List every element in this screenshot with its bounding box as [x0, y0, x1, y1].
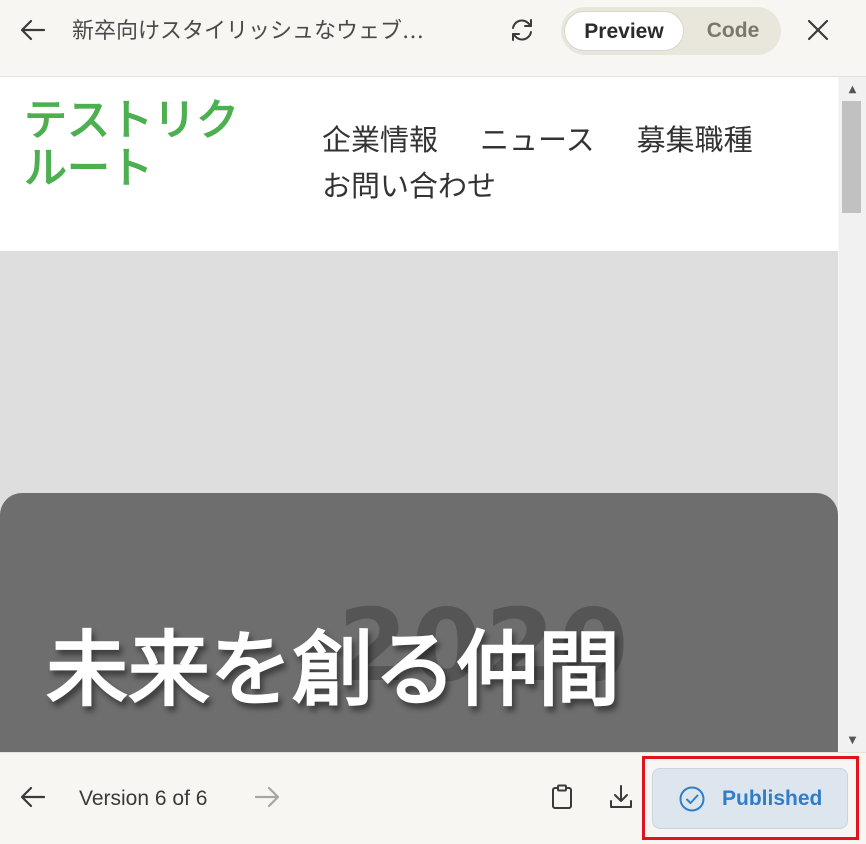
published-label: Published — [722, 786, 823, 810]
site-header: テストリクルート 企業情報 ニュース 募集職種 お問い合わせ — [0, 77, 838, 251]
refresh-icon — [509, 17, 535, 47]
back-button[interactable] — [14, 14, 52, 50]
nav-item-company[interactable]: 企業情報 — [322, 123, 438, 157]
preview-scrollbar[interactable]: ▲ ▼ — [839, 77, 866, 752]
nav-item-news[interactable]: ニュース — [480, 123, 595, 157]
code-tab[interactable]: Code — [689, 11, 777, 51]
preview-tab[interactable]: Preview — [564, 11, 684, 51]
hero-card: 2020 未来を創る仲間 — [0, 493, 838, 752]
preview-code-toggle: Preview Code — [561, 7, 781, 55]
next-version-button[interactable] — [248, 781, 286, 817]
arrow-right-icon — [254, 786, 280, 812]
check-circle-icon — [678, 785, 706, 813]
refresh-button[interactable] — [502, 13, 542, 51]
arrow-left-icon — [20, 19, 46, 45]
preview-frame: テストリクルート 企業情報 ニュース 募集職種 お問い合わせ 2020 未来を創る仲… — [0, 77, 838, 752]
clipboard-icon — [551, 784, 573, 814]
scroll-down-arrow-icon[interactable]: ▼ — [839, 730, 866, 750]
close-icon — [807, 19, 829, 45]
nav-item-jobs[interactable]: 募集職種 — [637, 123, 753, 157]
hero-section: 2020 未来を創る仲間 — [0, 251, 838, 752]
previous-version-button[interactable] — [14, 781, 52, 817]
scroll-thumb[interactable] — [842, 101, 861, 213]
scroll-up-arrow-icon[interactable]: ▲ — [839, 79, 866, 99]
download-icon — [609, 784, 633, 814]
version-label: Version 6 of 6 — [79, 787, 208, 810]
copy-button[interactable] — [543, 781, 581, 817]
top-bar: 新卒向けスタイリッシュなウェブ… Preview Code — [0, 0, 866, 77]
download-button[interactable] — [602, 781, 640, 817]
bottom-bar: Version 6 of 6 Published — [0, 752, 866, 844]
site-nav: 企業情報 ニュース 募集職種 お問い合わせ — [322, 117, 822, 209]
nav-item-contact[interactable]: お問い合わせ — [322, 169, 496, 203]
close-button[interactable] — [797, 13, 839, 51]
published-button[interactable]: Published — [652, 768, 848, 829]
hero-title: 未来を創る仲間 — [46, 623, 621, 718]
site-logo[interactable]: テストリクルート — [24, 97, 274, 193]
document-title: 新卒向けスタイリッシュなウェブ… — [72, 19, 425, 44]
arrow-left-icon — [20, 786, 46, 812]
